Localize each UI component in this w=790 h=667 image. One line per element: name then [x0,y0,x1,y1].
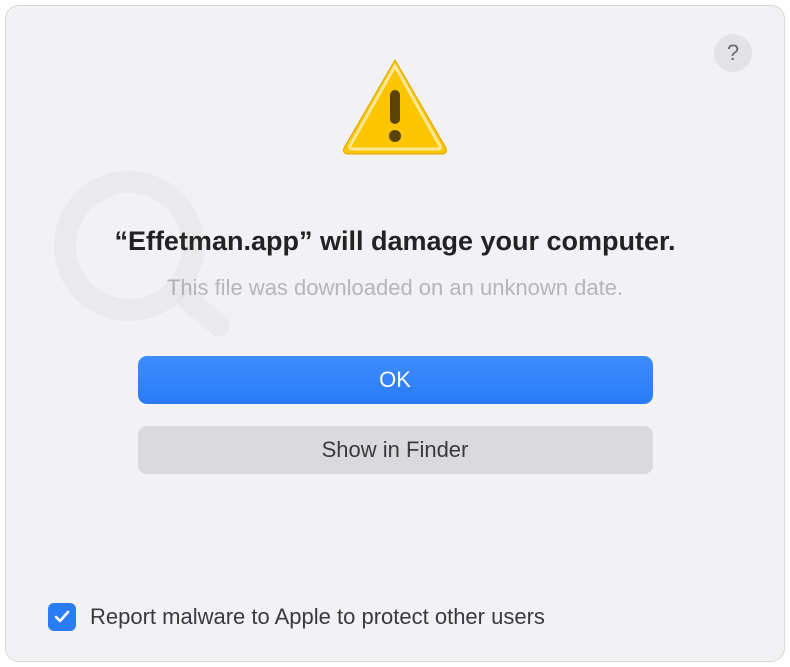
warning-icon [340,56,450,156]
checkmark-icon [53,608,71,626]
button-stack: OK Show in Finder [138,356,653,474]
help-button[interactable]: ? [714,34,752,72]
alert-dialog: ? “Effetman.app” will damage your comput… [5,5,785,662]
dialog-subtitle: This file was downloaded on an unknown d… [167,275,623,301]
show-in-finder-button[interactable]: Show in Finder [138,426,653,474]
dialog-title: “Effetman.app” will damage your computer… [114,226,675,257]
report-malware-checkbox[interactable] [48,603,76,631]
report-malware-row: Report malware to Apple to protect other… [48,603,545,631]
ok-button[interactable]: OK [138,356,653,404]
report-malware-label: Report malware to Apple to protect other… [90,604,545,630]
